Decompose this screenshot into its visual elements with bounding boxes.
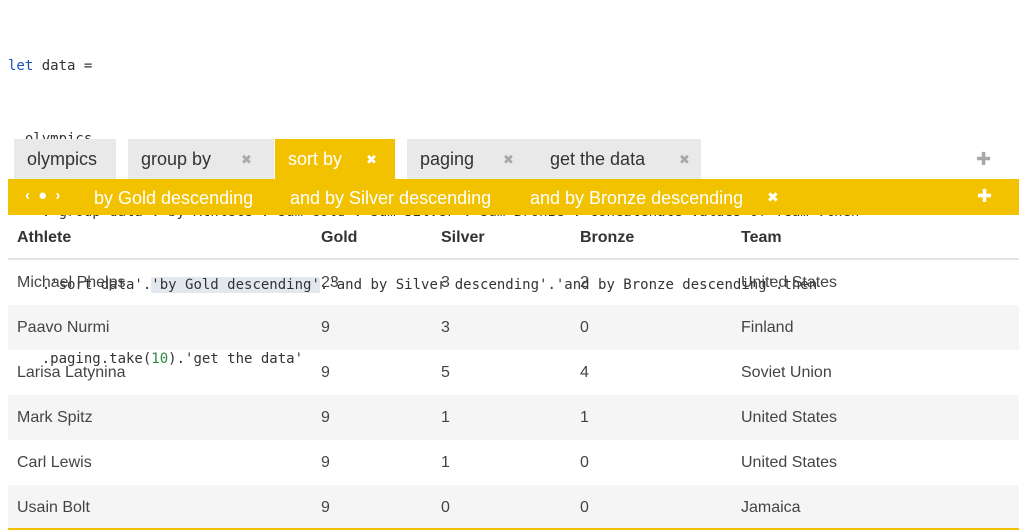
cell-gold: 9 <box>321 364 330 381</box>
remove-criterion-icon[interactable]: ✖ <box>767 189 779 206</box>
sort-criterion[interactable]: and by Silver descending <box>290 188 491 209</box>
cell-athlete: Usain Bolt <box>17 499 90 516</box>
cell-gold: 9 <box>321 499 330 516</box>
close-icon[interactable]: ✖ <box>366 152 377 168</box>
sort-criterion[interactable]: by Gold descending <box>94 188 253 209</box>
table-row: Mark Spitz 9 1 1 United States <box>8 395 1019 440</box>
table-row: Michael Phelps 23 3 2 United States <box>8 260 1019 305</box>
cell-silver: 0 <box>441 499 450 516</box>
cell-silver: 3 <box>441 274 450 291</box>
column-header-silver[interactable]: Silver <box>441 229 485 247</box>
cell-silver: 1 <box>441 454 450 471</box>
add-criterion-icon[interactable]: ✚ <box>977 186 992 207</box>
cell-gold: 9 <box>321 454 330 471</box>
cell-team: United States <box>741 409 838 426</box>
cell-athlete: Michael Phelps <box>17 274 126 291</box>
cell-team: United States <box>741 274 838 291</box>
close-icon[interactable]: ✖ <box>679 152 690 168</box>
cell-bronze: 2 <box>580 274 589 291</box>
tab-label: paging <box>420 148 475 169</box>
cell-team: United States <box>741 454 838 471</box>
cell-silver: 1 <box>441 409 450 426</box>
table-row: Carl Lewis 9 1 0 United States <box>8 440 1019 485</box>
cell-athlete: Larisa Latynina <box>17 364 126 381</box>
tab-label: olympics <box>27 148 98 169</box>
tab-sort-by[interactable]: sort by ✖ <box>275 139 395 179</box>
cell-athlete: Mark Spitz <box>17 409 93 426</box>
tab-olympics[interactable]: olympics <box>14 139 116 179</box>
table-row: Larisa Latynina 9 5 4 Soviet Union <box>8 350 1019 395</box>
cell-team: Soviet Union <box>741 364 832 381</box>
code-keyword: let <box>8 57 34 74</box>
cell-bronze: 0 <box>580 499 589 516</box>
cell-gold: 9 <box>321 319 330 336</box>
cell-athlete: Paavo Nurmi <box>17 319 110 336</box>
results-table: Athlete Gold Silver Bronze Team Michael … <box>8 215 1019 530</box>
add-tab-icon[interactable]: ✚ <box>976 149 991 170</box>
cell-bronze: 4 <box>580 364 589 381</box>
pipeline-tabs: olympics group by ✖ sort by ✖ paging ✖ g… <box>14 139 1009 179</box>
cell-gold: 9 <box>321 409 330 426</box>
column-header-athlete[interactable]: Athlete <box>17 229 71 247</box>
cell-bronze: 1 <box>580 409 589 426</box>
tab-label: group by <box>141 148 212 169</box>
tab-group-by[interactable]: group by ✖ <box>128 139 274 179</box>
column-header-team[interactable]: Team <box>741 229 782 247</box>
cell-silver: 5 <box>441 364 450 381</box>
tab-label: sort by <box>288 148 343 169</box>
table-row: Paavo Nurmi 9 3 0 Finland <box>8 305 1019 350</box>
tab-paging[interactable]: paging ✖ <box>407 139 537 179</box>
cell-bronze: 0 <box>580 454 589 471</box>
column-header-bronze[interactable]: Bronze <box>580 229 634 247</box>
close-icon[interactable]: ✖ <box>503 152 514 168</box>
tab-label: get the data <box>550 148 646 169</box>
cell-athlete: Carl Lewis <box>17 454 92 471</box>
table-header: Athlete Gold Silver Bronze Team <box>8 215 1019 260</box>
table-row: Usain Bolt 9 0 0 Jamaica <box>8 485 1019 530</box>
cell-team: Finland <box>741 319 794 336</box>
sort-criteria-bar: ‹ ● › by Gold descending and by Silver d… <box>8 179 1019 215</box>
cell-silver: 3 <box>441 319 450 336</box>
cell-bronze: 0 <box>580 319 589 336</box>
sort-criterion[interactable]: and by Bronze descending <box>530 188 743 209</box>
code-line-1: let data = <box>8 54 1019 78</box>
column-header-gold[interactable]: Gold <box>321 229 357 247</box>
code-text: data = <box>33 57 93 74</box>
tab-get-the-data[interactable]: get the data ✖ <box>537 139 701 179</box>
cell-team: Jamaica <box>741 499 801 516</box>
cell-gold: 23 <box>321 274 339 291</box>
close-icon[interactable]: ✖ <box>241 152 252 168</box>
navigation-arrows-icon[interactable]: ‹ ● › <box>25 187 62 204</box>
